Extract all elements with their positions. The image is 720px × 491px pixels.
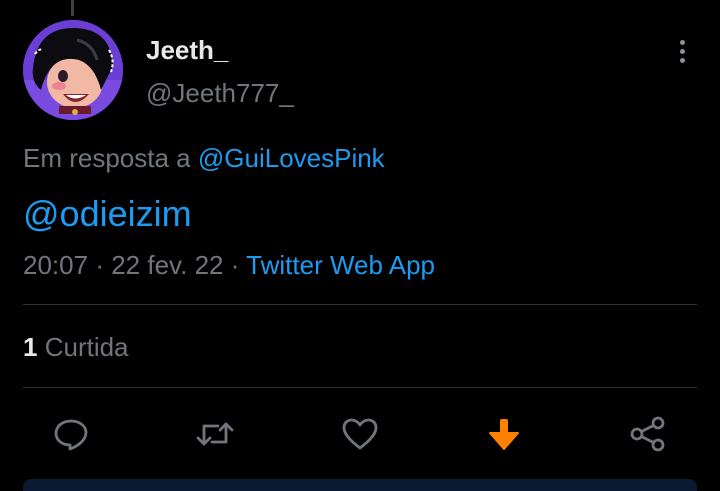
reply-button[interactable] — [47, 410, 95, 458]
tweet-source-link[interactable]: Twitter Web App — [246, 250, 435, 280]
author-display-name[interactable]: Jeeth_ — [146, 34, 228, 66]
tweet-text-mention[interactable]: @odieizim — [23, 192, 192, 236]
reply-context: Em resposta a @GuiLovesPink — [23, 142, 385, 174]
retweet-icon — [196, 422, 234, 446]
avatar-image — [23, 20, 123, 120]
share-button[interactable] — [624, 410, 672, 458]
retweet-button[interactable] — [191, 410, 239, 458]
reply-composer-bar[interactable] — [23, 479, 697, 491]
download-arrow-icon — [489, 419, 519, 450]
divider — [23, 304, 697, 305]
heart-icon — [342, 418, 378, 450]
reply-prefix: Em resposta a — [23, 143, 191, 173]
action-bar — [0, 410, 720, 458]
separator-dot: · — [95, 250, 104, 280]
likes-summary[interactable]: 1 Curtida — [23, 331, 129, 363]
reply-mention-link[interactable]: @GuiLovesPink — [198, 143, 385, 173]
divider — [23, 387, 697, 388]
more-dot-icon — [679, 48, 685, 54]
likes-count: 1 — [23, 332, 38, 362]
download-button[interactable] — [480, 410, 528, 458]
more-dot-icon — [679, 39, 685, 45]
separator-dot: · — [230, 250, 240, 280]
tweet-date[interactable]: 22 fev. 22 — [111, 250, 223, 280]
more-dot-icon — [679, 57, 685, 63]
more-options-button[interactable] — [668, 34, 696, 68]
likes-label: Curtida — [44, 332, 129, 362]
like-button[interactable] — [336, 410, 384, 458]
tweet-time[interactable]: 20:07 — [23, 250, 88, 280]
thread-connector-line — [71, 0, 74, 16]
tweet-metadata: 20:07 · 22 fev. 22 · Twitter Web App — [23, 249, 435, 281]
author-handle[interactable]: @Jeeth777_ — [146, 77, 294, 109]
avatar[interactable] — [23, 20, 123, 120]
share-icon — [630, 416, 665, 452]
reply-icon — [54, 419, 88, 451]
